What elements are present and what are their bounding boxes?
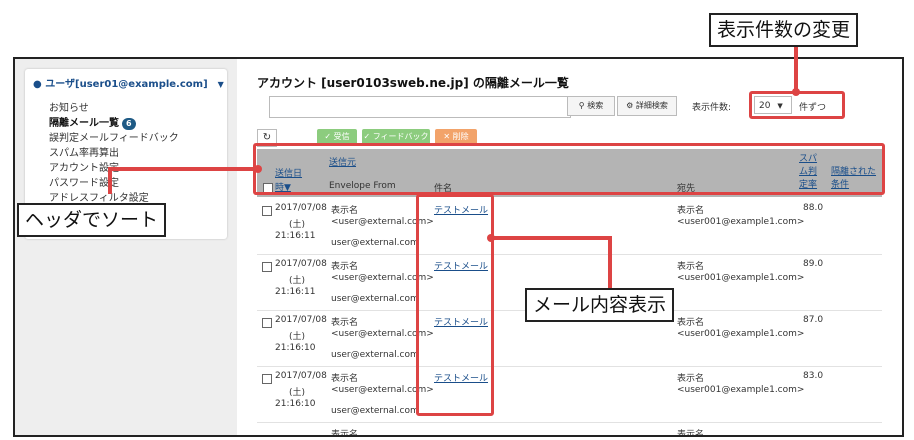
connector-dot [254,165,262,173]
row-recipient-address: <user001@example1.com> [677,385,805,395]
row-day: (土) [289,276,306,286]
sidebar-item-label: 隔離メール一覧 [49,118,119,129]
sidebar-item-quarantine-list[interactable]: 隔離メール一覧 6 [49,114,136,130]
gear-icon: ⚙ [626,101,634,110]
row-recipient-name: 表示名 [677,430,705,437]
sidebar: ● ユーザ[user01@example.com] ▼ お知らせ 隔離メール一覧 6… [15,59,237,435]
row-day: (土) [289,220,306,230]
row-day: (土) [289,388,306,398]
row-envelope-from: user@external.com [331,238,419,248]
user-menu[interactable]: ● ユーザ[user01@example.com] ▼ [33,75,224,90]
row-divider [257,254,882,255]
refresh-icon: ↻ [262,132,272,143]
header-highlight-box [253,143,885,195]
sidebar-item-spam-recalc[interactable]: スパム率再算出 [49,144,119,159]
row-envelope-from: user@external.com [331,406,419,416]
check-icon: ✓ [363,132,371,141]
mail-connector-v [608,236,612,288]
row-checkbox[interactable] [262,374,272,384]
row-recipient-name: 表示名 [677,262,705,272]
row-recipient-address: <user001@example1.com> [677,217,805,227]
row-time: 21:16:11 [275,231,316,241]
row-date: 2017/07/08 [275,315,327,325]
row-sender-name: 表示名 [331,262,359,272]
sidebar-item-notices[interactable]: お知らせ [49,99,89,114]
row-recipient-address: <user001@example1.com> [677,273,805,283]
user-label: ユーザ[user01@example.com] [45,79,208,90]
search-icon: ⚲ [578,101,585,110]
callout-header-sort: ヘッダでソート [17,203,167,237]
receive-label: 受信 [333,132,350,141]
advanced-search-button[interactable]: ⚙ 詳細検索 [617,96,677,116]
subject-highlight-box [416,194,494,416]
search-input[interactable] [269,96,571,118]
feedback-label: フィードバック [372,132,429,141]
row-spam-rate: 88.0 [803,203,824,213]
row-recipient-name: 表示名 [677,206,705,216]
row-date: 2017/07/08 [275,371,327,381]
header-connector-h [108,167,258,171]
row-sender-name: 表示名 [331,374,359,384]
close-icon: ✕ [443,132,451,141]
user-icon: ● [33,79,42,90]
page-title: アカウント [user0103sweb.ne.jp] の隔離メール一覧 [257,76,569,90]
row-spam-rate: 87.0 [803,315,824,325]
row-divider [257,366,882,367]
connector-dot [792,88,800,96]
row-divider [257,422,882,423]
row-checkbox[interactable] [262,206,272,216]
row-recipient-name: 表示名 [677,318,705,328]
row-recipient-name: 表示名 [677,374,705,384]
row-date: 2017/07/08 [275,203,327,213]
sidebar-item-feedback[interactable]: 誤判定メールフィードバック [49,129,179,144]
row-time: 21:16:10 [275,343,316,353]
row-sender-name: 表示名 [331,206,359,216]
callout-count-change: 表示件数の変更 [709,13,859,47]
count-connector [794,45,798,92]
search-button-label: 検索 [587,101,604,110]
mail-connector-h [492,236,612,240]
advanced-search-label: 詳細検索 [635,101,668,110]
row-envelope-from: user@external.com [331,294,419,304]
search-button[interactable]: ⚲ 検索 [567,96,615,116]
row-day: (土) [289,332,306,342]
sidebar-item-address-filter[interactable]: アドレスフィルタ設定 [49,189,149,204]
row-time: 21:16:10 [275,399,316,409]
count-label: 表示件数: [692,103,732,113]
row-spam-rate: 89.0 [803,259,824,269]
callout-mail-content: メール内容表示 [525,288,675,322]
row-envelope-from: user@external.com [331,350,419,360]
row-sender-name: 表示名 [331,318,359,328]
delete-label: 削除 [452,132,469,141]
header-connector-v [108,167,112,194]
row-date: 2017/07/08 [275,259,327,269]
row-checkbox[interactable] [262,262,272,272]
row-sender-name: 表示名 [331,430,359,437]
check-icon: ✓ [324,132,332,141]
row-spam-rate: 83.0 [803,371,824,381]
row-time: 21:16:11 [275,287,316,297]
row-recipient-address: <user001@example1.com> [677,329,805,339]
chevron-down-icon: ▼ [217,80,224,89]
row-checkbox[interactable] [262,318,272,328]
connector-dot [487,234,495,242]
